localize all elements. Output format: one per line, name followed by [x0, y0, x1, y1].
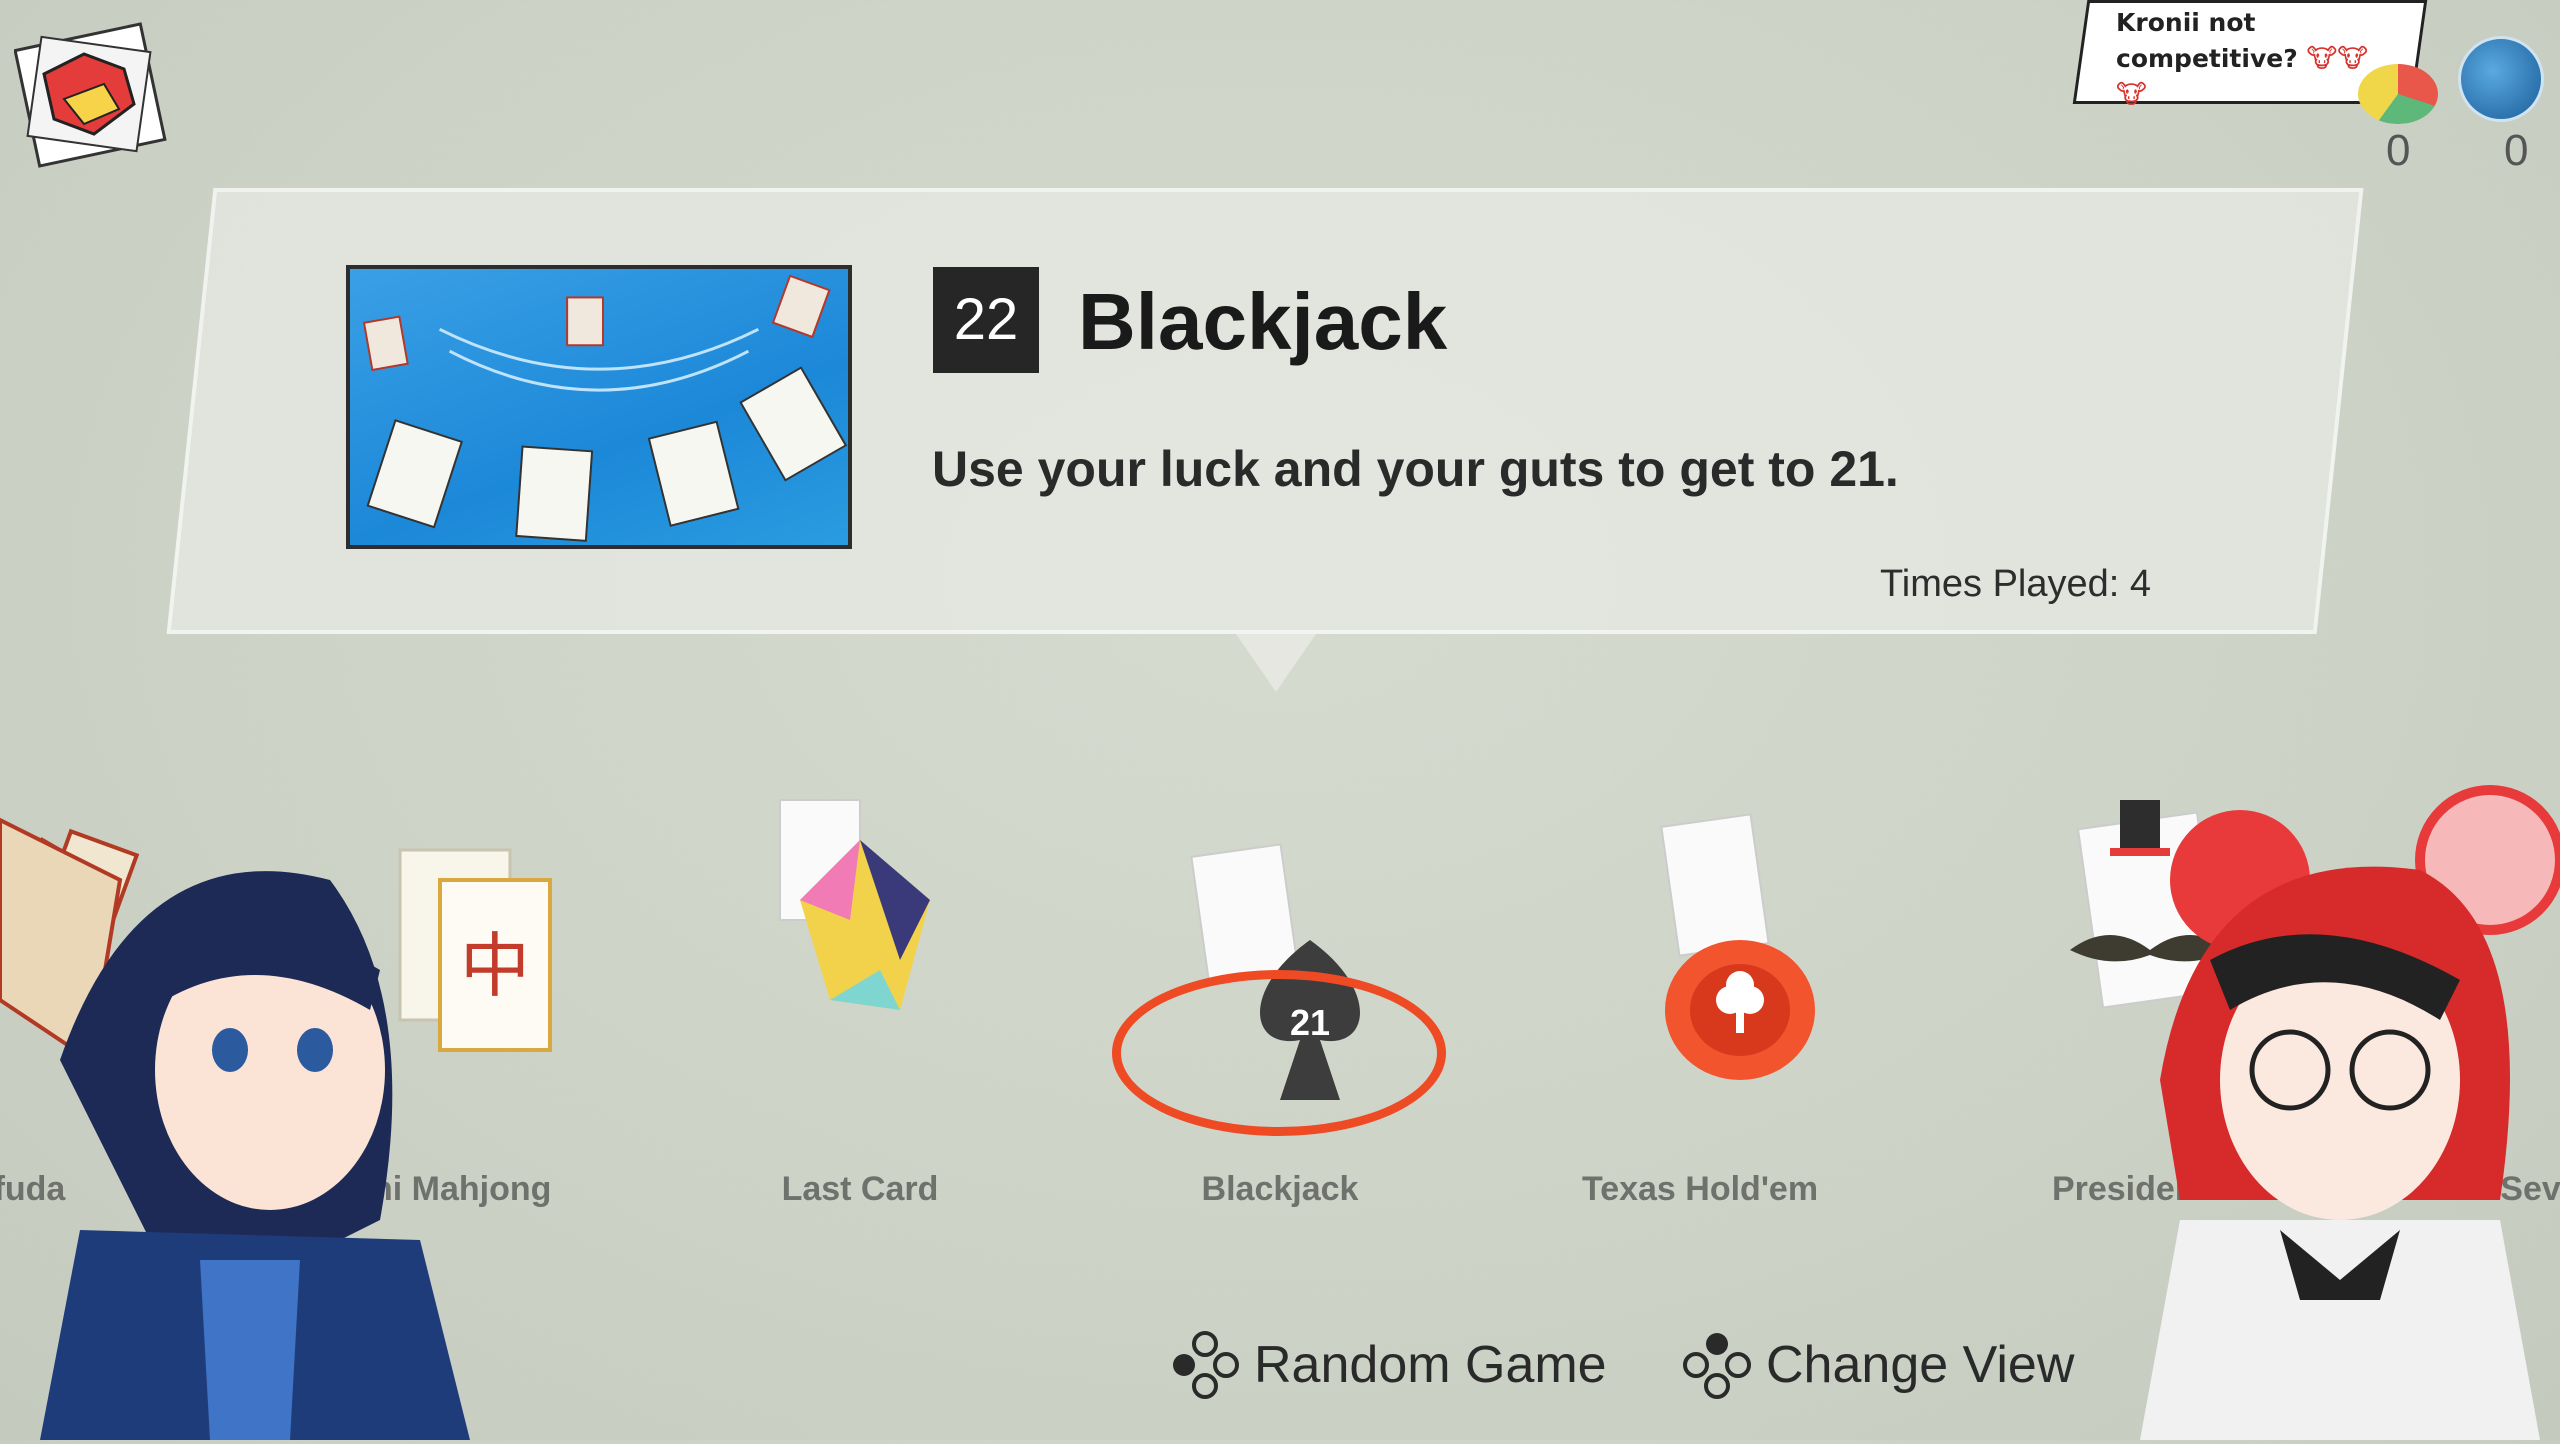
game-thumbnail — [346, 265, 852, 549]
button-cluster-icon — [1173, 1331, 1239, 1399]
streamer-logo — [13, 14, 174, 174]
game-label: Blackjack — [1201, 1170, 1359, 1208]
times-played: Times Played: 4 — [1880, 563, 2152, 605]
change-view-control[interactable]: Change View — [1682, 1330, 2074, 1400]
player1-score: 0 — [2386, 126, 2411, 175]
player2-avatar — [2458, 36, 2544, 122]
random-game-label: Random Game — [1254, 1336, 1607, 1394]
button-cluster-icon — [1683, 1333, 1751, 1399]
game-number-badge: 22 — [933, 267, 1039, 373]
game-label: Last Card — [781, 1170, 939, 1208]
last-card-icon — [779, 799, 930, 1010]
random-game-control[interactable]: Random Game — [1170, 1330, 1607, 1400]
game-item-last-card[interactable]: Last Card — [680, 760, 1040, 1240]
streamer-avatar-left — [0, 800, 480, 1440]
panel-pointer — [1236, 634, 1316, 692]
game-item-texas-holdem[interactable]: Texas Hold'em — [1520, 760, 1880, 1240]
player2-score: 0 — [2504, 126, 2529, 175]
game-title: Blackjack — [1078, 277, 1448, 366]
chat-message: Kronii not competitive? — [2116, 8, 2298, 73]
game-description: Use your luck and your guts to get to 21… — [932, 441, 1899, 497]
poker-chip-icon — [1660, 813, 1815, 1080]
selection-ring — [1112, 970, 1446, 1136]
score-area: Kronii not competitive? 🐮🐮🐮 0 0 — [2072, 0, 2544, 180]
streamer-avatar-right — [2120, 780, 2560, 1440]
game-label: Texas Hold'em — [1581, 1170, 1819, 1208]
player1-avatar — [2358, 64, 2438, 124]
change-view-label: Change View — [1766, 1336, 2075, 1394]
